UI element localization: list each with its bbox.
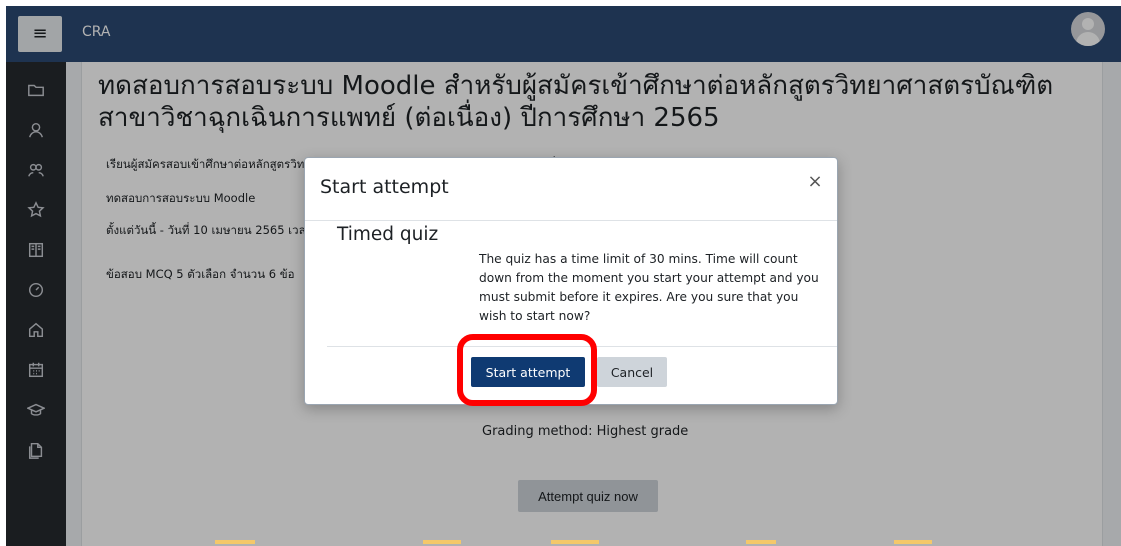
footer-decoration [551, 540, 599, 544]
footer-decoration [894, 540, 932, 544]
cancel-button[interactable]: Cancel [597, 357, 667, 387]
close-icon[interactable]: × [805, 172, 825, 192]
footer-decoration [423, 540, 461, 544]
dialog-title: Start attempt [320, 176, 449, 198]
timed-quiz-heading: Timed quiz [337, 224, 439, 245]
footer-decoration [746, 540, 776, 544]
highlight-box [457, 334, 597, 406]
dialog-body: Timed quiz The quiz has a time limit of … [305, 220, 837, 346]
footer-decoration [215, 540, 255, 544]
dialog-header: Start attempt × [305, 158, 837, 221]
time-limit-message: The quiz has a time limit of 30 mins. Ti… [479, 252, 819, 323]
